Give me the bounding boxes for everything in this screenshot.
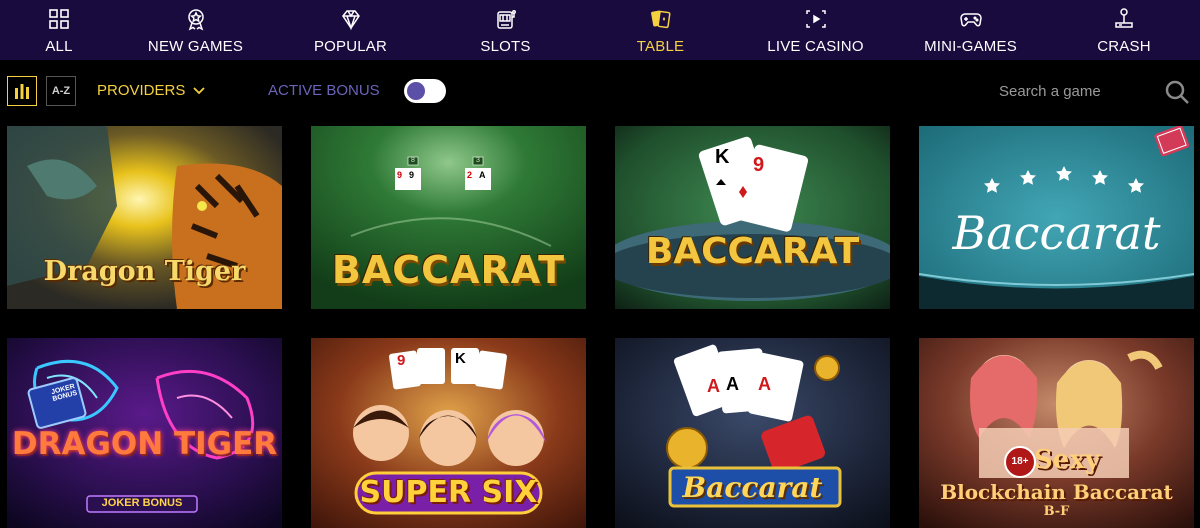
slot-machine-icon xyxy=(493,6,519,32)
game-tile-baccarat-cards[interactable]: K 9 BACCARAT xyxy=(615,126,890,309)
game-title: Baccarat xyxy=(952,206,1161,260)
game-title: Sexy xyxy=(1034,445,1100,475)
sort-az-button[interactable]: A-Z xyxy=(46,76,76,106)
chevron-down-icon xyxy=(193,86,205,94)
game-title: DRAGON TIGER xyxy=(11,426,278,462)
card-rank: 3 xyxy=(476,157,480,164)
nav-item-crash[interactable]: CRASH xyxy=(1048,0,1200,60)
nav-item-all[interactable]: ALL xyxy=(0,0,118,60)
card-rank: A xyxy=(726,374,739,394)
game-title: Baccarat xyxy=(682,471,823,504)
providers-dropdown[interactable]: PROVIDERS xyxy=(97,82,205,99)
game-tile-baccarat-teal[interactable]: Baccarat xyxy=(919,126,1194,309)
game-badge: JOKER BONUS xyxy=(101,497,183,509)
game-tile-sexy-blockchain-baccarat[interactable]: 18+ Sexy Blockchain Baccarat B-F xyxy=(919,338,1194,528)
card-rank: 9 xyxy=(397,170,403,180)
nav-label-crash: CRASH xyxy=(1097,38,1151,55)
game-title: SUPER SIX xyxy=(359,475,538,510)
game-tile-baccarat-green[interactable]: 8 3 9 9 2 A BACCARAT xyxy=(311,126,586,309)
game-tile-super-six[interactable]: 9 K SUPER SIX xyxy=(311,338,586,528)
nav-item-popular[interactable]: POPULAR xyxy=(273,0,428,60)
nav-item-new-games[interactable]: NEW GAMES xyxy=(118,0,273,60)
card-rank: 2 xyxy=(467,170,473,180)
nav-item-live-casino[interactable]: LIVE CASINO xyxy=(738,0,893,60)
live-video-icon xyxy=(803,6,829,32)
joystick-icon xyxy=(1111,6,1137,32)
bar-chart-icon xyxy=(15,84,29,99)
nav-item-mini-games[interactable]: MINI-GAMES xyxy=(893,0,1048,60)
diamond-icon xyxy=(338,6,364,32)
nav-label-popular: POPULAR xyxy=(313,38,388,55)
game-tile-dragon-tiger-joker[interactable]: DRAGON TIGER JOKER BONUS JOKER BONUS xyxy=(7,338,282,528)
card-rank: K xyxy=(715,146,730,168)
sort-popularity-button[interactable] xyxy=(7,76,37,106)
cards-icon xyxy=(648,6,674,32)
card-rank: A xyxy=(479,170,486,180)
card-rank: A xyxy=(707,376,720,396)
search-input[interactable] xyxy=(980,76,1155,106)
game-tile-dragon-tiger[interactable]: Dragon Tiger xyxy=(7,126,282,309)
game-tile-baccarat-coins[interactable]: A A A Baccarat xyxy=(615,338,890,528)
active-bonus-toggle[interactable] xyxy=(404,79,446,103)
gamepad-icon xyxy=(958,6,984,32)
nav-label-table: TABLE xyxy=(636,38,685,55)
star-badge-icon xyxy=(183,6,209,32)
nav-item-slots[interactable]: SLOTS xyxy=(428,0,583,60)
active-bonus-label: ACTIVE BONUS xyxy=(268,82,380,99)
search-box xyxy=(980,74,1192,108)
category-nav: ALL NEW GAMES POPULAR SLOTS TABLE LIVE C… xyxy=(0,0,1200,60)
card-rank: 9 xyxy=(753,154,765,176)
game-subtitle: Blockchain Baccarat xyxy=(940,480,1173,504)
providers-label: PROVIDERS xyxy=(97,82,186,99)
card-rank: 8 xyxy=(411,157,415,164)
age-rating-badge: 18+ xyxy=(1011,456,1029,467)
nav-label-mini-games: MINI-GAMES xyxy=(924,38,1017,55)
nav-label-all: ALL xyxy=(45,38,73,55)
nav-label-slots: SLOTS xyxy=(480,38,531,55)
game-title: BACCARAT xyxy=(331,248,566,292)
card-rank: 9 xyxy=(397,352,406,369)
game-title: Dragon Tiger xyxy=(43,256,246,287)
nav-label-live-casino: LIVE CASINO xyxy=(767,38,864,55)
game-tag: B-F xyxy=(1043,504,1070,519)
grid-icon xyxy=(46,6,72,32)
card-rank: K xyxy=(455,350,466,367)
toggle-knob xyxy=(407,82,425,100)
card-rank: A xyxy=(758,374,771,394)
filter-bar: A-Z PROVIDERS ACTIVE BONUS xyxy=(0,60,1200,122)
search-icon[interactable] xyxy=(1164,79,1190,105)
nav-label-new-games: NEW GAMES xyxy=(147,38,244,55)
nav-item-table[interactable]: TABLE xyxy=(583,0,738,60)
card-rank: 9 xyxy=(409,170,415,180)
game-title: BACCARAT xyxy=(645,231,860,272)
